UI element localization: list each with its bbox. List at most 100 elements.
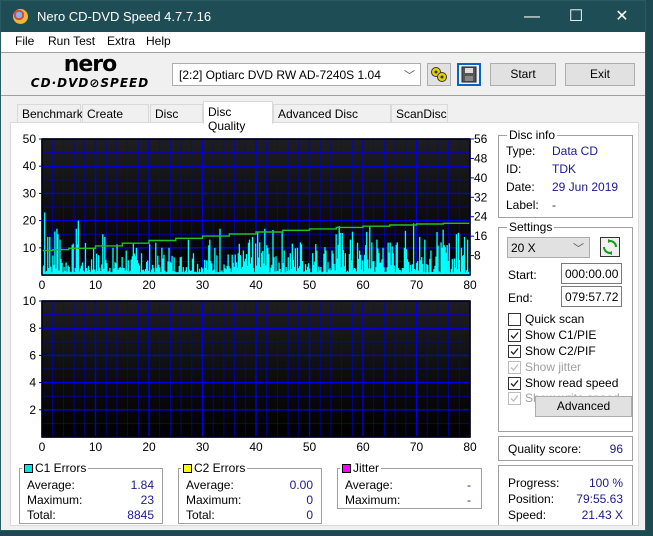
c1-errors-group: C1 Errors Average: 1.84 Maximum: 23 Tota… <box>19 461 163 524</box>
tab-benchmark[interactable]: Benchmark <box>17 104 83 123</box>
tab-disc-info[interactable]: Disc Info <box>150 104 203 135</box>
y2-tick-label: 8 <box>474 249 481 263</box>
y-tick-label: 8 <box>29 321 36 335</box>
checkbox-label: Show C1/PIE <box>525 328 597 342</box>
x-tick-label: 80 <box>463 440 477 454</box>
checkbox-show-c2-pif[interactable] <box>508 345 521 358</box>
speed-value: 21.43 X <box>581 508 623 522</box>
menu-help[interactable]: Help <box>146 34 171 48</box>
checkbox-show-c1-pie[interactable] <box>508 329 521 342</box>
c1-bar <box>351 231 354 275</box>
y2-tick-label: 48 <box>474 151 488 165</box>
c1-bar <box>437 245 439 275</box>
y-tick-label: 6 <box>29 348 36 362</box>
y-tick-label: 4 <box>29 376 36 390</box>
logo-nero-text: nero <box>63 52 118 77</box>
jitter-average-label: Average: <box>345 478 393 492</box>
c1-bar <box>316 250 318 275</box>
c1-bar <box>325 250 327 275</box>
menu-bar: File Run Test Extra Help <box>1 32 645 52</box>
start-button[interactable]: Start <box>490 63 556 86</box>
y-tick-label: 30 <box>23 186 37 200</box>
c1-bar <box>268 254 270 275</box>
maximize-button[interactable]: ☐ <box>553 1 599 32</box>
save-button[interactable] <box>457 63 481 86</box>
disc-info-group: Disc info Type: Data CD ID: TDK Date: 29… <box>498 128 633 218</box>
jitter-title-text: Jitter <box>353 461 380 475</box>
y2-tick-label: 56 <box>474 132 488 146</box>
checkmark-icon <box>510 364 519 371</box>
menu-file[interactable]: File <box>15 34 34 48</box>
jitter-average-value: - <box>467 478 471 492</box>
close-button[interactable]: ✕ <box>599 1 645 32</box>
x-tick-label: 20 <box>142 440 156 454</box>
c2-title-text: C2 Errors <box>194 461 246 475</box>
settings-title: Settings <box>507 220 555 234</box>
c1-bar <box>54 231 56 275</box>
c1-bar <box>430 250 432 275</box>
end-label: End: <box>508 291 533 305</box>
c1-bar <box>214 247 216 275</box>
disc-date-label: Date: <box>506 180 535 194</box>
c1-bar <box>412 223 415 275</box>
toolbar: nero CD·DVD⊘SPEED [2:2] Optiarc DVD RW A… <box>1 52 645 96</box>
y2-tick-label: 32 <box>474 190 488 204</box>
y2-tick-label: 16 <box>474 229 488 243</box>
disc-quality-panel: 10 20 30 40 50 8 16 24 32 40 48 56 0 10 20 30 40 50 60 70 80… <box>10 122 639 526</box>
x-tick-label: 80 <box>463 278 477 292</box>
checkbox-quick-scan[interactable] <box>508 313 521 326</box>
tab-bar: Benchmark Create Disc Disc Info Disc Qua… <box>1 101 645 135</box>
jitter-color-swatch <box>342 464 351 473</box>
jitter-title: Jitter <box>340 461 382 475</box>
c2-total-label: Total: <box>186 508 215 522</box>
window-title: Nero CD-DVD Speed 4.7.7.16 <box>37 9 212 24</box>
position-value: 79:55.63 <box>576 492 623 506</box>
tab-advanced-disc-quality[interactable]: Advanced Disc Quality <box>273 104 391 135</box>
quality-score-group: Quality score: 96 <box>498 436 633 461</box>
c1-bar <box>466 239 469 275</box>
disc-id-label: ID: <box>506 162 522 176</box>
y-tick-label: 10 <box>23 241 37 255</box>
menu-extra[interactable]: Extra <box>107 34 135 48</box>
chevron-down-icon: ﹀ <box>573 243 584 255</box>
c1-chart-svg: 10 20 30 40 50 8 16 24 32 40 48 56 0 10 20 30 40 50 60 70 80 <box>23 132 488 292</box>
c1-total-value: 8845 <box>127 508 154 522</box>
speed-label: Speed: <box>508 508 547 522</box>
x-tick-label: 10 <box>89 440 103 454</box>
tab-create-disc[interactable]: Create Disc <box>82 104 149 135</box>
x-tick-label: 70 <box>410 278 424 292</box>
progress-group: Progress: 100 % Position: 79:55.63 Speed… <box>498 465 633 525</box>
c2-total-value: 0 <box>306 508 313 522</box>
disc-type-value: Data CD <box>552 144 599 158</box>
start-time-input[interactable]: 000:00.00 <box>561 263 622 284</box>
refresh-speed-button[interactable] <box>600 237 620 257</box>
exit-button[interactable]: Exit <box>565 63 635 86</box>
progress-label: Progress: <box>508 476 560 490</box>
minimize-button[interactable]: — <box>509 1 555 32</box>
y2-tick-label: 24 <box>474 210 488 224</box>
x-tick-label: 60 <box>356 440 370 454</box>
tab-disc-quality[interactable]: Disc Quality <box>203 101 273 133</box>
checkbox-show-read-speed[interactable] <box>508 377 521 390</box>
advanced-button[interactable]: Advanced <box>535 396 632 417</box>
position-label: Position: <box>508 492 555 506</box>
y-tick-label: 40 <box>23 159 37 173</box>
x-tick-label: 50 <box>303 440 317 454</box>
x-tick-label: 20 <box>142 278 156 292</box>
drive-settings-button[interactable] <box>427 63 451 86</box>
speed-select[interactable]: 20 X ﹀ <box>507 237 590 258</box>
x-tick-label: 40 <box>249 440 263 454</box>
end-time-input[interactable]: 079:57.72 <box>561 286 622 307</box>
disc-type-label: Type: <box>506 144 536 158</box>
x-tick-label: 10 <box>89 278 103 292</box>
checkmark-icon <box>510 348 519 355</box>
menu-run-test[interactable]: Run Test <box>48 34 95 48</box>
c2-maximum-label: Maximum: <box>186 493 242 507</box>
c2-errors-title: C2 Errors <box>181 461 248 475</box>
tab-scandisc[interactable]: ScanDisc <box>391 104 448 123</box>
c1-bar <box>424 239 426 275</box>
jitter-group: Jitter Average: - Maximum: - <box>337 461 482 509</box>
drive-select[interactable]: [2:2] Optiarc DVD RW AD-7240S 1.04 ﹀ <box>172 63 421 86</box>
y-tick-label: 20 <box>23 214 37 228</box>
c1-average-value: 1.84 <box>130 478 154 492</box>
